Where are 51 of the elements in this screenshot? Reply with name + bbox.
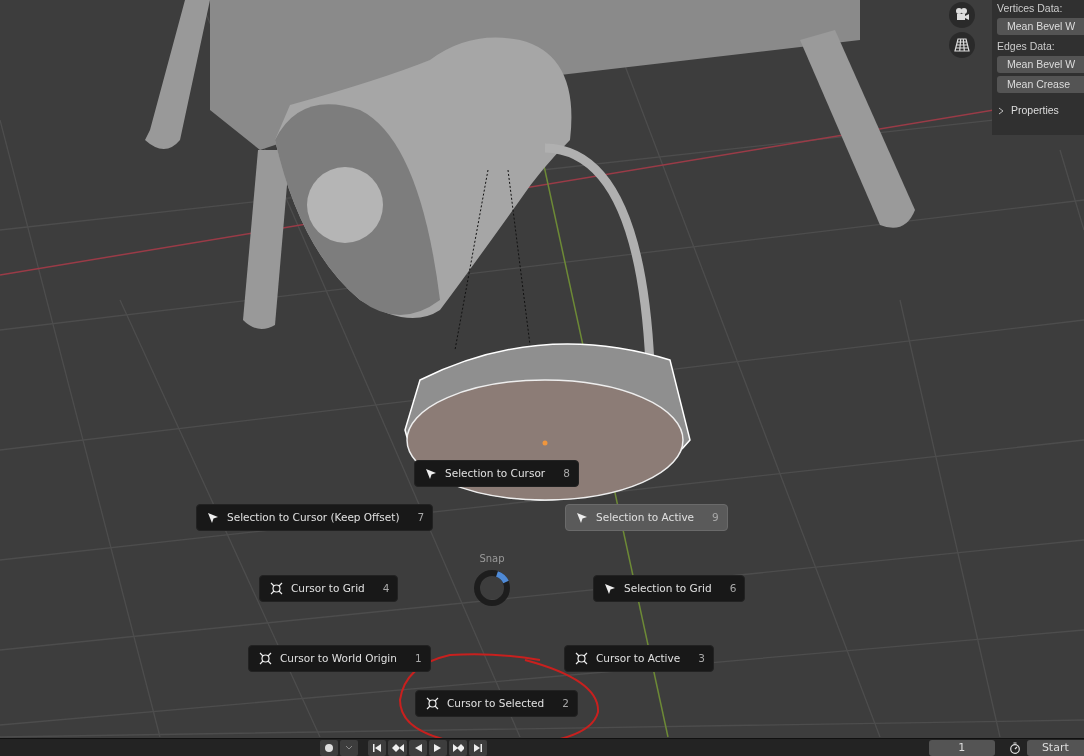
pie-menu-item[interactable]: Cursor to World Origin 1 xyxy=(248,645,431,672)
pie-menu-item[interactable]: Cursor to Active 3 xyxy=(564,645,714,672)
pointer-arrow-icon xyxy=(576,511,588,524)
play-button[interactable] xyxy=(428,739,447,756)
crosshair-icon xyxy=(270,582,283,595)
property-field[interactable]: Mean Bevel W xyxy=(997,56,1084,73)
section-heading: Edges Data: xyxy=(997,39,1056,54)
camera-icon[interactable] xyxy=(949,2,975,28)
stopwatch-icon[interactable] xyxy=(1008,741,1021,754)
current-frame-field[interactable]: 1 xyxy=(929,739,995,756)
play-reverse-button[interactable] xyxy=(408,739,427,756)
hotkey-label: 4 xyxy=(381,580,390,596)
play-icon xyxy=(432,742,443,753)
jump-to-end-button[interactable] xyxy=(469,739,488,756)
property-field[interactable]: Mean Crease xyxy=(997,76,1084,93)
record-icon xyxy=(325,743,333,752)
next-keyframe-button[interactable] xyxy=(448,739,468,756)
jump-to-start-icon xyxy=(372,742,382,753)
next-keyframe-icon xyxy=(451,742,465,753)
hotkey-label: 1 xyxy=(413,650,422,666)
pointer-arrow-icon xyxy=(207,511,219,524)
pointer-arrow-icon xyxy=(425,467,437,480)
pie-menu-item[interactable]: Cursor to Selected 2 xyxy=(415,690,578,717)
property-field[interactable]: Mean Bevel W xyxy=(997,18,1084,35)
pie-menu-title: Snap xyxy=(478,552,506,566)
crosshair-icon xyxy=(259,652,272,665)
pie-menu-item[interactable]: Selection to Active 9 xyxy=(565,504,728,531)
grid-icon[interactable] xyxy=(949,32,975,58)
hotkey-label: 9 xyxy=(711,509,719,525)
pie-menu-item[interactable]: Selection to Cursor (Keep Offset) 7 xyxy=(196,504,434,531)
start-frame-field[interactable]: Start xyxy=(1026,739,1084,756)
previous-keyframe-button[interactable] xyxy=(388,739,407,756)
pointer-arrow-icon xyxy=(604,582,616,595)
subpanel-header[interactable]: Properties xyxy=(997,103,1084,119)
pie-direction-ring xyxy=(474,570,510,606)
crosshair-icon xyxy=(426,697,439,710)
pie-menu-item[interactable]: Cursor to Grid 4 xyxy=(259,575,399,602)
hotkey-label: 2 xyxy=(561,695,569,711)
hotkey-label: 8 xyxy=(562,465,570,481)
jump-to-start-button[interactable] xyxy=(368,739,386,756)
dropdown-icon xyxy=(345,744,353,751)
pie-menu-item[interactable]: Selection to Grid 6 xyxy=(593,575,746,602)
section-heading: Vertices Data: xyxy=(997,1,1064,16)
record-button[interactable] xyxy=(320,739,338,756)
hotkey-label: 6 xyxy=(728,580,737,596)
jump-to-end-icon xyxy=(473,742,484,753)
previous-keyframe-icon xyxy=(391,742,404,753)
hotkey-label: 7 xyxy=(416,509,425,525)
hotkey-label: 3 xyxy=(697,650,705,666)
crosshair-icon xyxy=(575,652,588,665)
pie-menu-item[interactable]: Selection to Cursor 8 xyxy=(414,460,579,487)
